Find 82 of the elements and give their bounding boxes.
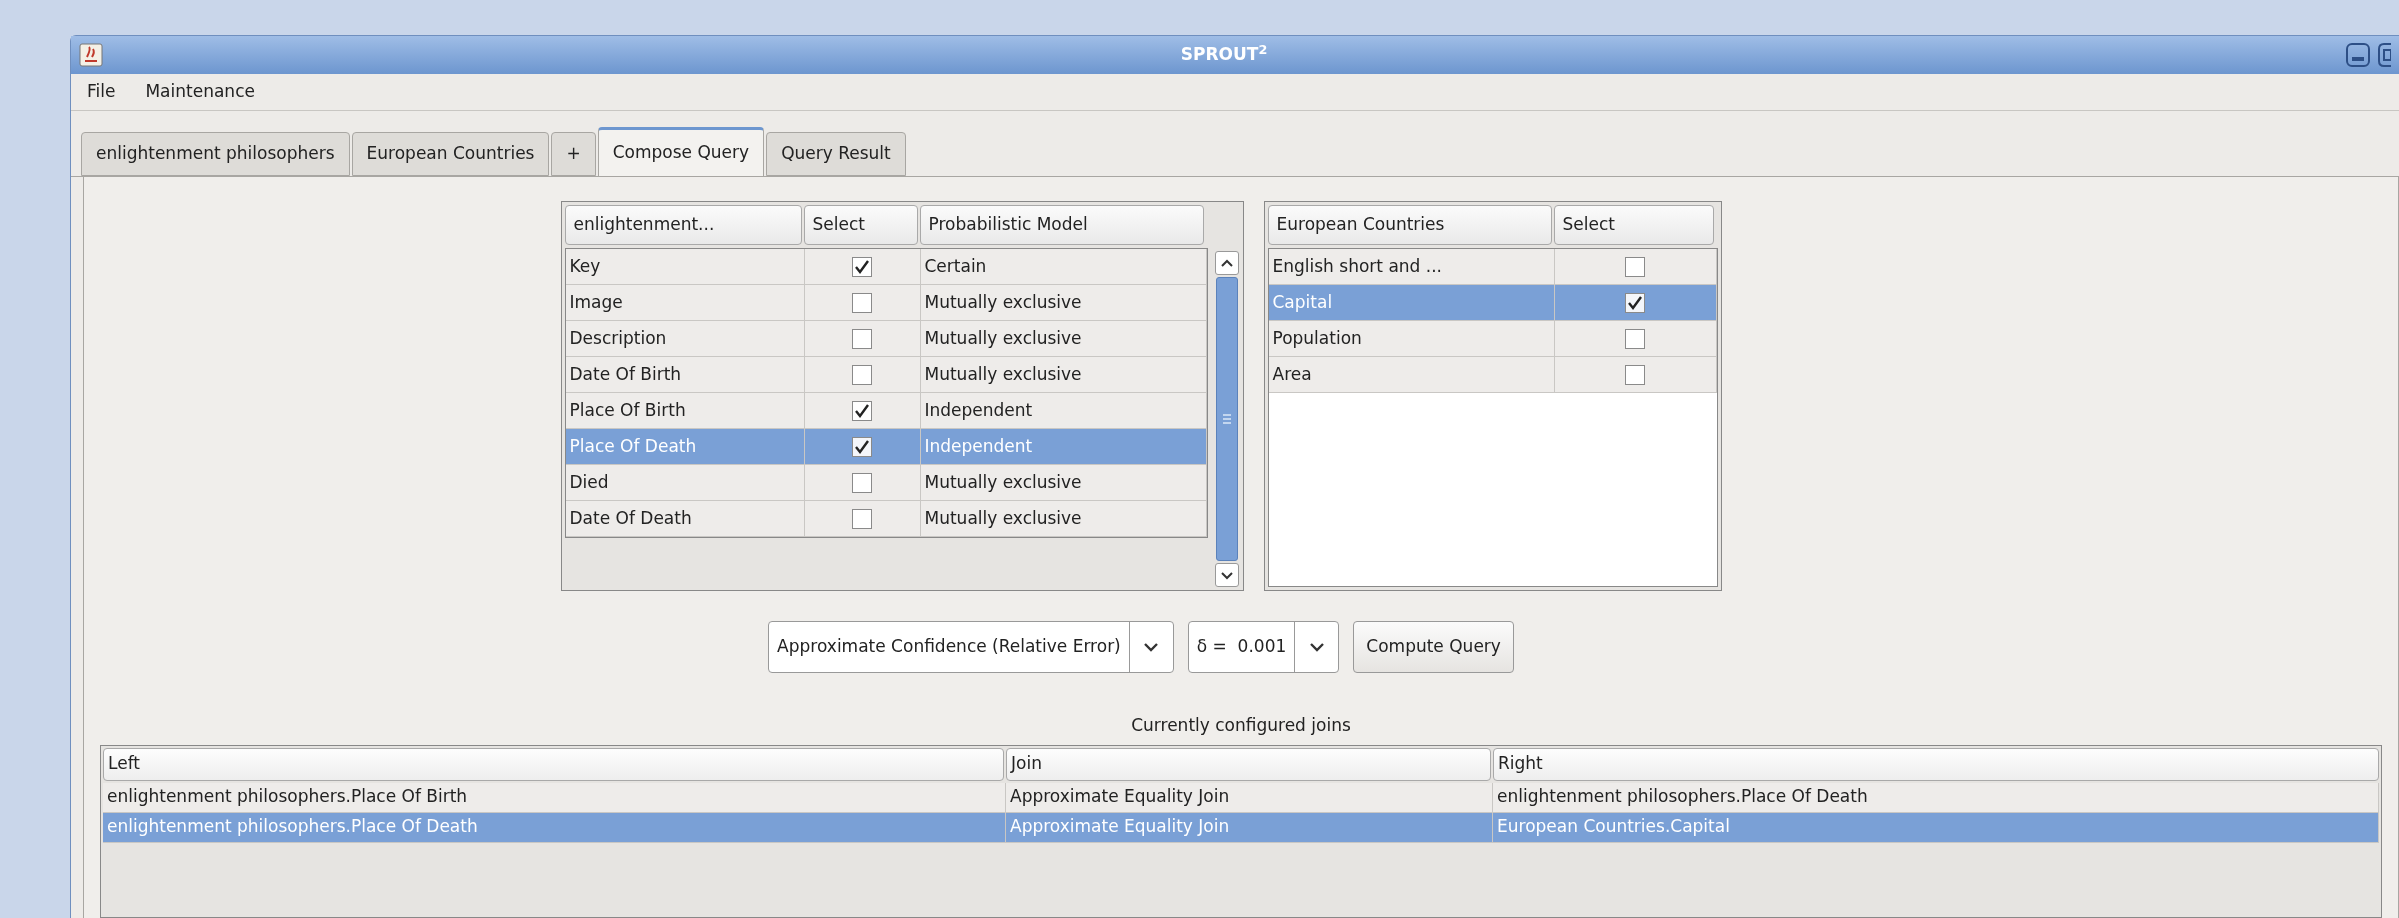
checkmark-icon [854, 438, 870, 455]
table-row[interactable]: Population [1268, 321, 1717, 357]
tab[interactable]: European Countries [351, 132, 550, 176]
table-cell: Independent [920, 393, 1207, 429]
table-cell: Area [1268, 357, 1555, 393]
checkbox[interactable] [852, 256, 872, 277]
column-header[interactable]: Left [103, 747, 1004, 781]
column-header[interactable]: Join [1006, 747, 1491, 781]
table-row[interactable]: enlightenment philosophers.Place Of Birth Approximate Equality Join enlightenment philosophers.Place Of Death [103, 782, 2379, 813]
scroll-up-icon[interactable] [1219, 258, 1234, 268]
column-header[interactable]: Select [1553, 205, 1714, 245]
checkmark-icon [1627, 294, 1643, 311]
table-cell: Key [565, 249, 805, 285]
table-row[interactable]: Area [1268, 357, 1717, 393]
checkbox[interactable] [852, 364, 872, 385]
table-cell: Date Of Death [565, 501, 805, 537]
table-cell: Approximate Equality Join [1006, 812, 1493, 843]
table-row[interactable]: Description Mutually exclusive [565, 321, 1207, 357]
column-header[interactable]: Probabilistic Model [919, 205, 1204, 245]
confidence-dropdown[interactable]: Approximate Confidence (Relative Error) [768, 621, 1174, 673]
table-cell: enlightenment philosophers.Place Of Birth [103, 782, 1006, 813]
tab[interactable]: enlightenment philosophers [81, 132, 350, 176]
tab[interactable]: + [551, 132, 596, 176]
checkbox[interactable] [852, 508, 872, 529]
table-cell: enlightenment philosophers.Place Of Death [1493, 782, 2379, 813]
tab[interactable]: Query Result [766, 132, 906, 176]
compute-query-button[interactable]: Compute Query [1353, 621, 1514, 673]
checkbox[interactable] [1625, 328, 1645, 349]
table-cell: Mutually exclusive [920, 501, 1207, 537]
table-cell: Image [565, 285, 805, 321]
caret-icon [1308, 641, 1325, 653]
table-cell: Certain [920, 249, 1207, 285]
window-title: SPROUT$^{2}$ [1179, 42, 1269, 67]
column-header[interactable]: enlightenment... [564, 205, 802, 245]
checkbox[interactable] [1625, 364, 1645, 385]
table-row[interactable]: Place Of Birth Independent [565, 393, 1207, 429]
table-cell: enlightenment philosophers.Place Of Death [103, 812, 1006, 843]
table-cell: Population [1268, 321, 1555, 357]
table-cell: Died [565, 465, 805, 501]
table-cell: Mutually exclusive [920, 321, 1207, 357]
table-row[interactable]: Died Mutually exclusive [565, 465, 1207, 501]
table-row[interactable]: Image Mutually exclusive [565, 285, 1207, 321]
table-row[interactable]: Key Certain [565, 249, 1207, 285]
checkbox[interactable] [1625, 256, 1645, 277]
table-cell: Mutually exclusive [920, 285, 1207, 321]
table-cell: Date Of Birth [565, 357, 805, 393]
caret-icon [1143, 641, 1160, 653]
scrollbar[interactable] [1213, 251, 1240, 587]
table-cell: Description [565, 321, 805, 357]
checkbox[interactable] [852, 400, 872, 421]
table-cell: Mutually exclusive [920, 357, 1207, 393]
maximize-icon[interactable] [2377, 42, 2391, 68]
column-header[interactable]: Select [803, 205, 918, 245]
table-cell: Place Of Death [565, 429, 805, 465]
checkmark-icon [854, 258, 870, 275]
column-header[interactable]: Right [1493, 747, 2379, 781]
table-row[interactable]: Date Of Death Mutually exclusive [565, 501, 1207, 537]
table-cell: English short and ... [1268, 249, 1555, 285]
app-icon [79, 43, 103, 67]
table-row[interactable]: Date Of Birth Mutually exclusive [565, 357, 1207, 393]
grip-icon [1221, 413, 1232, 425]
scroll-down-icon[interactable] [1219, 570, 1234, 580]
column-header[interactable]: European Countries [1267, 205, 1552, 245]
checkmark-icon [854, 402, 870, 419]
checkbox[interactable] [852, 436, 872, 457]
tab[interactable]: Compose Query [597, 127, 765, 177]
table-cell: Mutually exclusive [920, 465, 1207, 501]
checkbox[interactable] [1625, 292, 1645, 313]
delta-dropdown[interactable]: δ = 0.001 [1187, 621, 1340, 673]
menu-item[interactable]: File [87, 79, 116, 105]
minimize-icon[interactable] [2345, 42, 2371, 68]
menu-item[interactable]: Maintenance [145, 79, 255, 105]
checkbox[interactable] [852, 328, 872, 349]
checkbox[interactable] [852, 292, 872, 313]
table-cell: European Countries.Capital [1493, 812, 2379, 843]
joins-title: Currently configured joins [1131, 714, 1351, 737]
table-row[interactable]: English short and ... [1268, 249, 1717, 285]
table-cell: Independent [920, 429, 1207, 465]
table-cell: Approximate Equality Join [1006, 782, 1493, 813]
checkbox[interactable] [852, 472, 872, 493]
table-cell: Capital [1268, 285, 1555, 321]
table-cell: Place Of Birth [565, 393, 805, 429]
